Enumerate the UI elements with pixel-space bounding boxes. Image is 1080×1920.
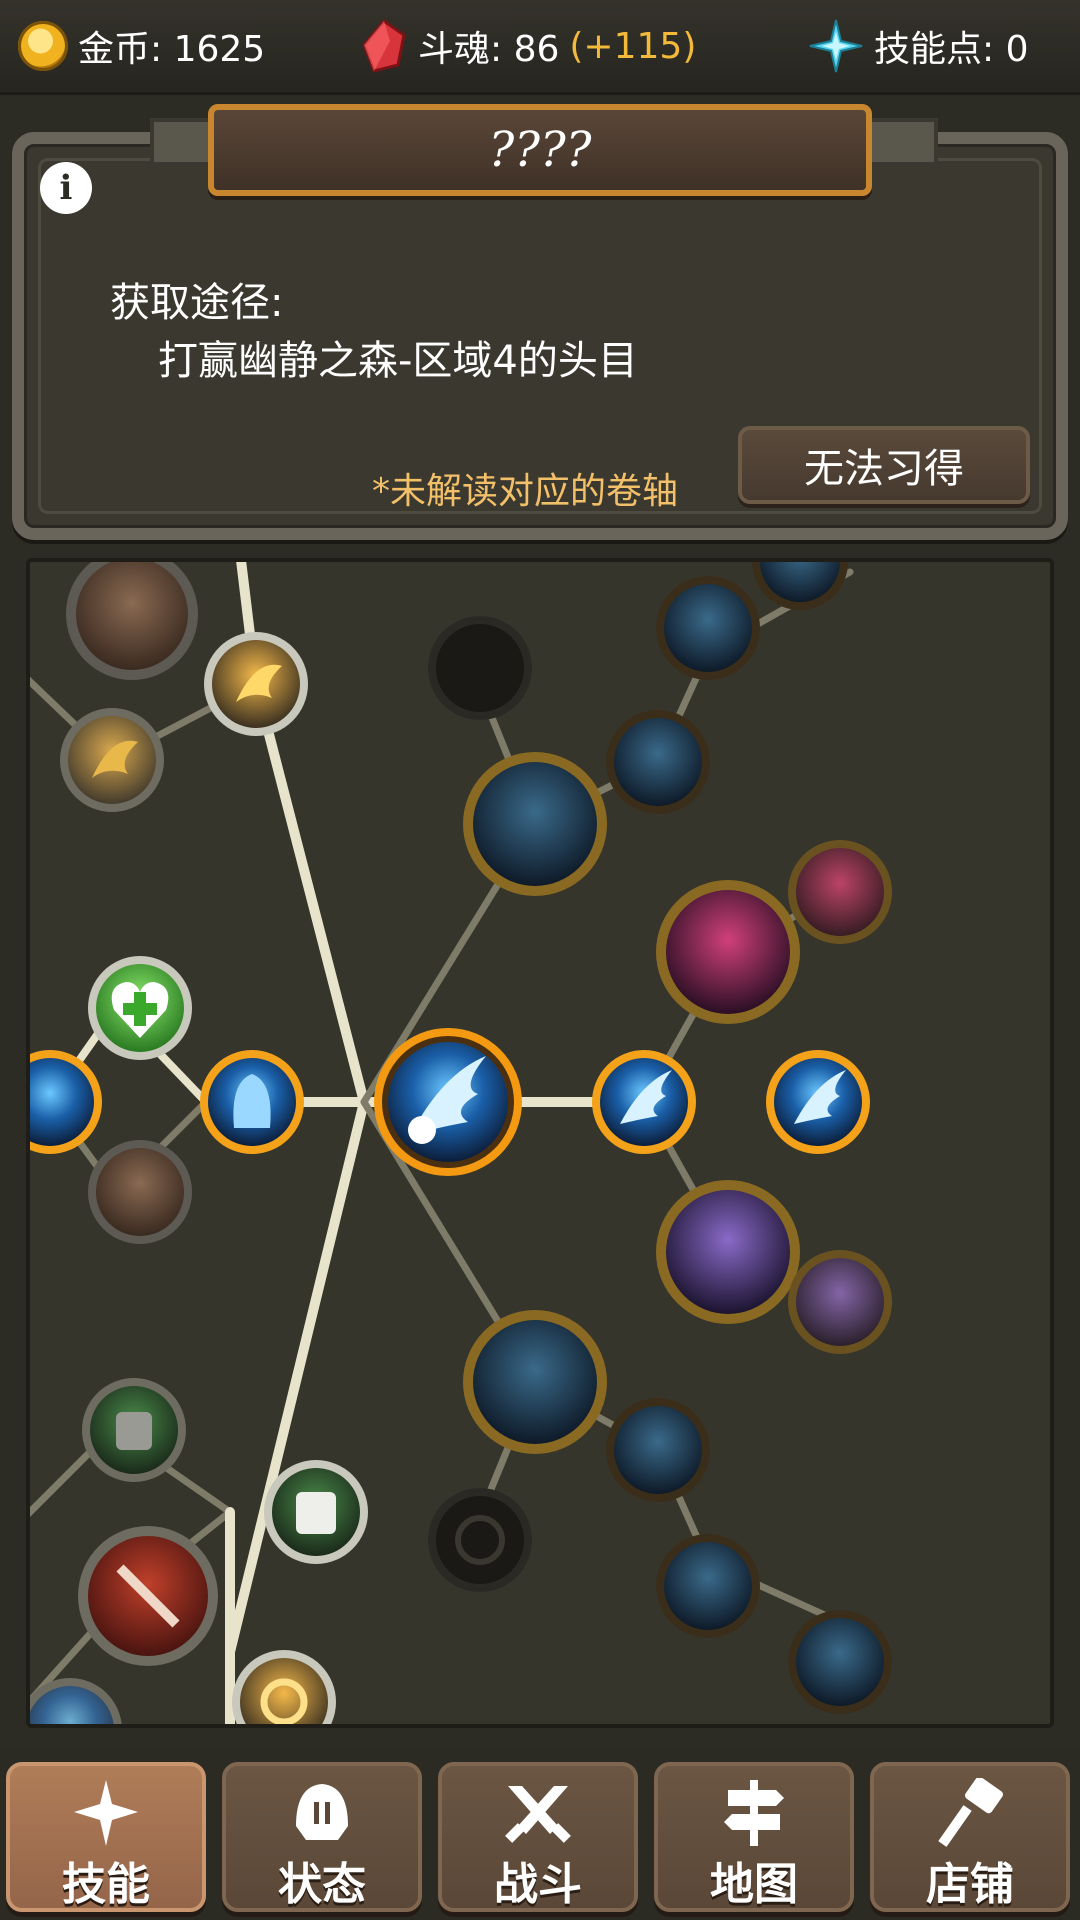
source-label: 获取途径: bbox=[110, 280, 284, 326]
learn-button[interactable]: 无法习得 bbox=[738, 426, 1030, 504]
tab-shop[interactable]: 店铺 bbox=[870, 1762, 1070, 1912]
gold-counter: 金币: 1625 bbox=[18, 18, 265, 74]
skill-node-ice-small-right[interactable] bbox=[606, 710, 710, 814]
skill-node-armor-light[interactable] bbox=[264, 1460, 368, 1564]
skill-node-dark-wheel[interactable] bbox=[428, 1488, 532, 1592]
skill-node-comet-2[interactable] bbox=[592, 1050, 696, 1154]
sparkle-icon bbox=[74, 1780, 138, 1846]
skill-node-comet-3[interactable] bbox=[766, 1050, 870, 1154]
skill-node-blue-hood-left[interactable] bbox=[30, 1050, 102, 1154]
skill-points-label: 技能点: 0 bbox=[874, 29, 1029, 70]
gold-coin-icon bbox=[18, 21, 68, 71]
tab-map[interactable]: 地图 bbox=[654, 1762, 854, 1912]
skill-node-golden-wing-upper[interactable] bbox=[204, 632, 308, 736]
blue-star-icon bbox=[809, 19, 863, 73]
tab-battle-label: 战斗 bbox=[494, 1859, 582, 1910]
tab-status[interactable]: 状态 bbox=[222, 1762, 422, 1912]
soul-label: 斗魂: 86 bbox=[418, 29, 560, 70]
info-icon[interactable]: i bbox=[40, 162, 92, 214]
crossed-swords-icon bbox=[505, 1786, 571, 1843]
tab-skills-label: 技能 bbox=[62, 1859, 150, 1910]
helmet-icon bbox=[296, 1784, 348, 1840]
skill-node-brown-claw-top[interactable] bbox=[66, 562, 198, 680]
skill-node-frost-tree-edge[interactable] bbox=[788, 1610, 892, 1714]
skill-node-golden-wing-lower[interactable] bbox=[60, 708, 164, 812]
source-value: 打赢幽静之森-区域4的头目 bbox=[158, 338, 638, 384]
skill-node-ice-small-top[interactable] bbox=[656, 576, 760, 680]
tab-battle[interactable]: 战斗 bbox=[438, 1762, 638, 1912]
tab-shop-label: 店铺 bbox=[926, 1859, 1014, 1910]
tab-status-label: 状态 bbox=[278, 1859, 366, 1910]
soul-counter: 斗魂: 86 (+115) bbox=[360, 18, 696, 74]
gold-label: 金币: 1625 bbox=[78, 29, 266, 70]
skill-tree-canvas bbox=[30, 562, 892, 1728]
top-resource-bar: 金币: 1625 斗魂: 86 (+115) 技能点: 0 bbox=[0, 0, 1080, 95]
skill-node-frost-tree-lower[interactable] bbox=[656, 1534, 760, 1638]
skill-node-purple-small[interactable] bbox=[788, 1250, 892, 1354]
skill-tree[interactable] bbox=[26, 558, 1054, 1728]
skill-node-frost-tree-small[interactable] bbox=[606, 1398, 710, 1502]
tab-map-label: 地图 bbox=[710, 1859, 798, 1910]
skill-node-gold-wheel[interactable] bbox=[232, 1650, 336, 1728]
scroll-note: *未解读对应的卷轴 bbox=[372, 471, 679, 512]
bottom-navigation: 技能 状态 战斗 地图 店铺 bbox=[0, 1748, 1080, 1920]
skill-node-ice-small-mid[interactable] bbox=[752, 562, 848, 610]
red-crystal-icon bbox=[362, 19, 406, 73]
skill-node-ice-large[interactable] bbox=[463, 752, 607, 896]
skill-node-heal-heart[interactable] bbox=[88, 956, 192, 1060]
skill-node-blue-shield-corner[interactable] bbox=[30, 1678, 122, 1728]
skill-node-armor-dark[interactable] bbox=[82, 1378, 186, 1482]
tab-skills[interactable]: 技能 bbox=[6, 1762, 206, 1912]
skill-node-red-sword[interactable] bbox=[78, 1526, 218, 1666]
hammer-icon bbox=[938, 1778, 1003, 1847]
skill-node-dark-claw[interactable] bbox=[428, 616, 532, 720]
skill-node-purple-large[interactable] bbox=[656, 1180, 800, 1324]
skill-node-pink-large[interactable] bbox=[656, 880, 800, 1024]
skill-node-comet-selected[interactable] bbox=[374, 1028, 522, 1176]
skill-node-frost-tree-large[interactable] bbox=[463, 1310, 607, 1454]
soul-bonus: (+115) bbox=[569, 25, 697, 67]
skill-node-pink-small[interactable] bbox=[788, 840, 892, 944]
skill-node-brown-claw-lower[interactable] bbox=[88, 1140, 192, 1244]
skill-node-blue-hood[interactable] bbox=[200, 1050, 304, 1154]
signpost-icon bbox=[724, 1780, 784, 1846]
skill-title: ???? bbox=[488, 122, 592, 178]
skill-points-counter: 技能点: 0 bbox=[808, 18, 1028, 74]
